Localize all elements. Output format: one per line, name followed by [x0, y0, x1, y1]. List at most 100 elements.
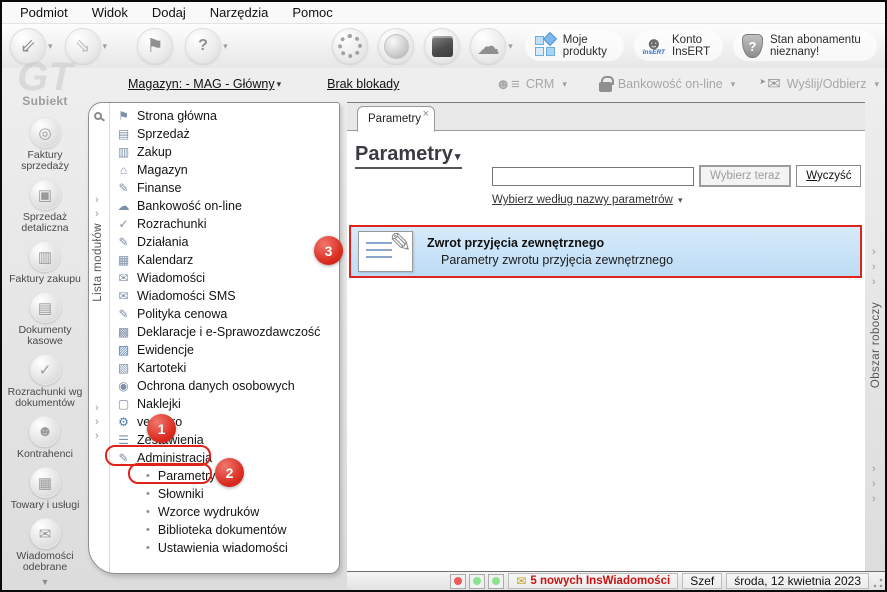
sidebar-item-towary-i-usługi[interactable]: ▦ Towary i usługi — [11, 467, 79, 511]
tab-parametry[interactable]: Parametry × — [357, 106, 435, 132]
module-item-label: Deklaracje i e-Sprawozdawczość — [137, 325, 321, 339]
menu-pomoc[interactable]: Pomoc — [280, 3, 344, 22]
filter-by-name-link[interactable]: Wybierz według nazwy parametrów ▾ — [492, 194, 685, 206]
admin-subitem-wzorce-wydruków[interactable]: • Wzorce wydruków — [110, 503, 339, 521]
sidebar-item-faktury-zakupu[interactable]: ▥ Faktury zakupu — [9, 241, 81, 285]
caret-down-icon[interactable]: ▾ — [508, 41, 513, 52]
module-item-vendero[interactable]: ⚙vendero — [110, 413, 339, 431]
sidebar-item-label: Kontrahenci — [16, 448, 74, 460]
status-indicator-green[interactable] — [469, 573, 486, 589]
step-badge-3: 3 — [314, 236, 343, 265]
workspace-strip[interactable]: Obszar roboczy › › › › › › — [866, 102, 885, 574]
sidebar-item-wiadomości-odebrane[interactable]: ✉ Wiadomości odebrane — [3, 518, 87, 573]
retail-basket-icon: ▣ — [29, 179, 61, 210]
caret-down-icon[interactable]: ▾ — [731, 79, 736, 90]
bullet-icon: • — [146, 488, 150, 500]
module-item-bankowość-on-line[interactable]: ☁ Bankowość on-line — [110, 197, 339, 215]
module-item-strona-główna[interactable]: ⚑ Strona główna — [110, 107, 339, 125]
chevron-right-icon[interactable]: › — [872, 479, 876, 490]
admin-subitem-słowniki[interactable]: • Słowniki — [110, 485, 339, 503]
select-now-button[interactable]: Wybierz teraz — [699, 165, 792, 187]
status-indicator-green[interactable] — [488, 573, 505, 589]
chevron-right-icon[interactable]: › — [872, 277, 876, 288]
chevron-right-icon[interactable]: › — [95, 431, 99, 442]
chevron-right-icon[interactable]: › — [872, 247, 876, 258]
sidebar-item-dokumenty-kasowe[interactable]: ▤ Dokumenty kasowe — [3, 292, 87, 347]
chevron-right-icon[interactable]: › — [872, 494, 876, 505]
module-item-działania[interactable]: ✎ Działania — [110, 233, 339, 251]
module-list-panel: Lista modułów › › › › › › ⚑ Strona główna ▤ Sprz… — [88, 102, 340, 574]
caret-down-icon[interactable]: ▾ — [48, 41, 53, 52]
close-icon[interactable]: × — [423, 108, 429, 120]
module-item-ochrona-danych-osobowych[interactable]: ◉ Ochrona danych osobowych — [110, 377, 339, 395]
module-item-finanse[interactable]: ✎ Finanse — [110, 179, 339, 197]
sync-button[interactable] — [332, 28, 369, 64]
module-item-deklaracje-i-e-sprawozdawczość[interactable]: ▩ Deklaracje i e-Sprawozdawczość — [110, 323, 339, 341]
sidebar-overflow-button[interactable]: ▼ — [41, 577, 50, 587]
status-dot-icon — [473, 577, 482, 585]
module-item-zakup[interactable]: ▥ Zakup — [110, 143, 339, 161]
resize-grip[interactable] — [872, 577, 884, 589]
chevron-right-icon[interactable]: › — [872, 262, 876, 273]
chevron-right-icon[interactable]: › — [95, 195, 99, 206]
menu-podmiot[interactable]: Podmiot — [8, 3, 80, 22]
list-item-zwrot-przyjecia[interactable]: ✎ Zwrot przyjęcia zewnętrznego Parametry… — [349, 225, 862, 278]
send-receive-button[interactable]: ✉ Wyślij/Odbierz ▾ — [759, 74, 881, 94]
chevron-right-icon[interactable]: › — [95, 417, 99, 428]
status-dot-icon — [454, 577, 463, 585]
data-protection-icon: ◉ — [118, 379, 129, 393]
help-button[interactable]: ? — [185, 28, 222, 64]
chevron-right-icon[interactable]: › — [95, 209, 99, 220]
cloud-button[interactable]: ☁ — [470, 28, 507, 64]
lock-status-link[interactable]: Brak blokady — [327, 77, 399, 91]
status-dot-icon — [492, 577, 501, 585]
insert-account-button[interactable]: ☻ InsERT Konto InsERT — [633, 31, 723, 61]
admin-subitem-ustawienia-wiadomości[interactable]: • Ustawienia wiadomości — [110, 539, 339, 557]
admin-subitem-biblioteka-dokumentów[interactable]: • Biblioteka dokumentów — [110, 521, 339, 539]
crm-button[interactable]: ☻≡ CRM ▾ — [495, 76, 569, 93]
caret-down-icon[interactable]: ▾ — [562, 79, 567, 90]
module-item-wiadomości-sms[interactable]: ✉ Wiadomości SMS — [110, 287, 339, 305]
module-item-magazyn[interactable]: ⌂ Magazyn — [110, 161, 339, 179]
menu-narzędzia[interactable]: Narzędzia — [198, 3, 281, 22]
menu-dodaj[interactable]: Dodaj — [140, 3, 198, 22]
messages-cell[interactable]: ✉ 5 nowych InsWiadomości — [508, 573, 679, 589]
online-banking-button[interactable]: Bankowość on-line ▾ — [598, 75, 737, 92]
item-title: Zwrot przyjęcia zewnętrznego — [427, 236, 605, 250]
chevron-right-icon[interactable]: › — [95, 403, 99, 414]
user-label: Szef — [690, 574, 715, 588]
status-indicator-red[interactable] — [450, 573, 467, 589]
module-item-sprzedaż[interactable]: ▤ Sprzedaż — [110, 125, 339, 143]
bullet-icon: • — [146, 524, 150, 536]
sidebar-item-sprzedaż-detaliczna[interactable]: ▣ Sprzedaż detaliczna — [3, 179, 87, 234]
page-title[interactable]: Parametry ▾ — [355, 143, 463, 169]
module-item-naklejki[interactable]: ▢ Naklejki — [110, 395, 339, 413]
chevron-right-icon[interactable]: › — [95, 223, 99, 234]
my-products-button[interactable]: Moje produkty — [524, 31, 624, 61]
chevron-right-icon[interactable]: › — [872, 464, 876, 475]
caret-down-icon[interactable]: ▾ — [223, 41, 228, 52]
clear-button[interactable]: Wyczyść — [796, 165, 862, 187]
caret-down-icon[interactable]: ▾ — [277, 79, 282, 90]
caret-down-icon[interactable]: ▾ — [874, 79, 879, 90]
caret-down-icon[interactable]: ▾ — [103, 41, 108, 52]
module-item-ewidencje[interactable]: ▨ Ewidencje — [110, 341, 339, 359]
sidebar-item-rozrachunki-wg-dokumentów[interactable]: ✓ Rozrachunki wg dokumentów — [3, 354, 87, 409]
module-list-strip[interactable]: Lista modułów › › › › › › — [89, 103, 110, 573]
module-item-polityka-cenowa[interactable]: ✎ Polityka cenowa — [110, 305, 339, 323]
module-item-kalendarz[interactable]: ▦ Kalendarz — [110, 251, 339, 269]
sidebar-item-faktury-sprzedaży[interactable]: ◎ Faktury sprzedaży — [3, 117, 87, 172]
module-item-rozrachunki[interactable]: ✓ Rozrachunki — [110, 215, 339, 233]
menu-widok[interactable]: Widok — [80, 3, 140, 22]
module-item-wiadomości[interactable]: ✉ Wiadomości — [110, 269, 339, 287]
module-item-kartoteki[interactable]: ▧ Kartoteki — [110, 359, 339, 377]
sidebar-item-kontrahenci[interactable]: ☻ Kontrahenci — [17, 416, 73, 460]
module-item-label: Polityka cenowa — [137, 307, 228, 321]
package-button[interactable] — [424, 28, 461, 64]
flag-button[interactable]: ⚑ — [137, 28, 174, 64]
online-services-button[interactable] — [378, 28, 415, 64]
subscription-status-button[interactable]: ? Stan abonamentu nieznany! — [733, 31, 877, 61]
warehouse-selector[interactable]: Magazyn: - MAG - Główny — [128, 77, 275, 91]
search-icon[interactable] — [94, 112, 102, 120]
parameter-search-input[interactable] — [492, 166, 694, 186]
